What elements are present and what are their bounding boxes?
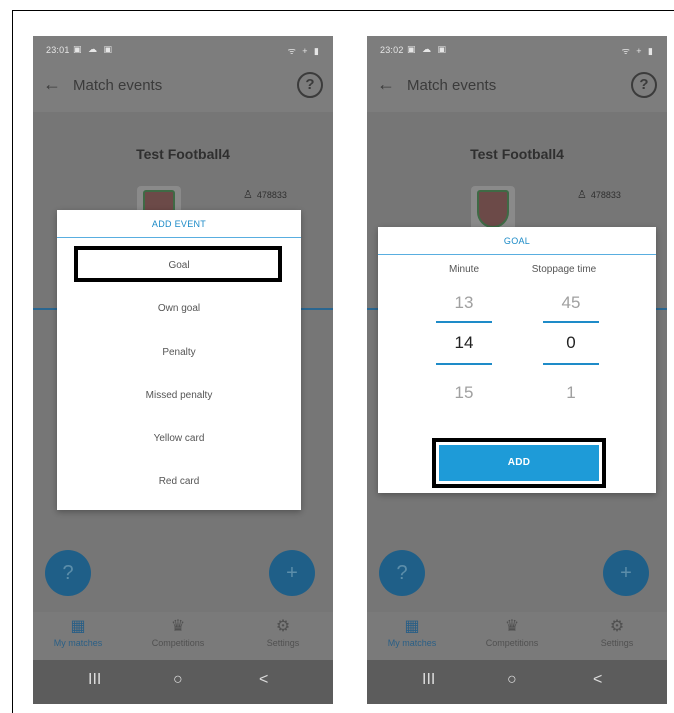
frame-left-border xyxy=(12,10,13,713)
event-option-missed-penalty[interactable]: Missed penalty xyxy=(57,390,301,401)
nav-label: Competitions xyxy=(151,638,205,648)
stoppage-prev-value[interactable]: 45 xyxy=(543,293,599,313)
nav-settings[interactable]: ⚙ Settings xyxy=(572,616,662,648)
crest-icon xyxy=(477,190,509,228)
page-title: Match events xyxy=(73,77,163,94)
notification-icons: ▣ ☁ ▣ xyxy=(407,44,449,54)
dialog-title-divider xyxy=(378,254,656,255)
page-title: Match events xyxy=(407,77,497,94)
status-time: 23:02 xyxy=(380,45,404,55)
nav-settings[interactable]: ⚙ Settings xyxy=(238,616,328,648)
recents-button[interactable]: III xyxy=(422,671,435,689)
event-option-own-goal[interactable]: Own goal xyxy=(57,303,301,314)
event-option-red-card[interactable]: Red card xyxy=(57,476,301,487)
trophy-icon: ♛ xyxy=(170,618,186,635)
system-back-button[interactable]: < xyxy=(593,671,602,689)
goal-dialog: GOAL Minute Stoppage time 13 14 15 45 0 … xyxy=(378,227,656,493)
status-bar: 23:02 ▣ ☁ ▣ ᯤ + ▮ xyxy=(367,36,667,64)
person-icon: ♙ xyxy=(577,189,587,201)
nav-label: My matches xyxy=(53,638,103,648)
help-fab[interactable]: ? xyxy=(379,550,425,596)
stoppage-time-label: Stoppage time xyxy=(531,264,597,275)
signal-battery-icons: ᯤ + ▮ xyxy=(621,46,655,56)
gear-icon: ⚙ xyxy=(275,618,291,635)
status-time: 23:01 xyxy=(46,45,70,55)
team-name: Test Football4 xyxy=(470,146,564,162)
user-id: 478833 xyxy=(256,190,287,200)
help-fab[interactable]: ? xyxy=(45,550,91,596)
nav-label: Settings xyxy=(600,638,634,648)
trophy-icon: ♛ xyxy=(504,618,520,635)
minute-picker-line-top xyxy=(436,321,492,323)
user-id-row: ♙ 478833 xyxy=(243,188,287,201)
highlight-box-goal xyxy=(74,246,282,282)
notification-icons: ▣ ☁ ▣ xyxy=(73,44,115,54)
app-bar: ← Match events ? xyxy=(367,64,667,112)
home-button[interactable]: ○ xyxy=(173,671,183,689)
bottom-navigation: ▦ My matches ♛ Competitions ⚙ Settings xyxy=(33,612,333,660)
nav-label: Competitions xyxy=(485,638,539,648)
minute-picker-line-bottom xyxy=(436,363,492,365)
minute-prev-value[interactable]: 13 xyxy=(436,293,492,313)
nav-competitions[interactable]: ♛ Competitions xyxy=(133,616,223,648)
help-icon[interactable]: ? xyxy=(297,72,323,98)
signal-battery-icons: ᯤ + ▮ xyxy=(287,46,321,56)
stoppage-next-value[interactable]: 1 xyxy=(543,383,599,403)
minute-next-value[interactable]: 15 xyxy=(436,383,492,403)
event-option-penalty[interactable]: Penalty xyxy=(57,347,301,358)
nav-my-matches[interactable]: ▦ My matches xyxy=(33,616,123,648)
user-id-row: ♙ 478833 xyxy=(577,188,621,201)
system-navigation-bar: III ○ < xyxy=(33,660,333,704)
dialog-title: ADD EVENT xyxy=(151,219,207,229)
user-id: 478833 xyxy=(590,190,621,200)
nav-my-matches[interactable]: ▦ My matches xyxy=(367,616,457,648)
back-arrow-icon[interactable]: ← xyxy=(377,74,395,95)
stoppage-picker-line-top xyxy=(543,321,599,323)
add-fab[interactable]: + xyxy=(603,550,649,596)
dialog-title-divider xyxy=(57,237,301,238)
event-option-yellow-card[interactable]: Yellow card xyxy=(57,433,301,444)
nav-label: My matches xyxy=(387,638,437,648)
minute-label: Minute xyxy=(448,264,479,275)
status-bar: 23:01 ▣ ☁ ▣ ᯤ + ▮ xyxy=(33,36,333,64)
minute-selected-value[interactable]: 14 xyxy=(436,333,492,353)
nav-label: Settings xyxy=(266,638,300,648)
calendar-grid-icon: ▦ xyxy=(70,618,86,635)
dialog-title: GOAL xyxy=(503,236,531,246)
team-name: Test Football4 xyxy=(136,146,230,162)
back-arrow-icon[interactable]: ← xyxy=(43,74,61,95)
calendar-grid-icon: ▦ xyxy=(404,618,420,635)
stoppage-picker-line-bottom xyxy=(543,363,599,365)
gear-icon: ⚙ xyxy=(609,618,625,635)
phone-screen-goal: 23:02 ▣ ☁ ▣ ᯤ + ▮ ← Match events ? Test … xyxy=(367,36,667,704)
system-navigation-bar: III ○ < xyxy=(367,660,667,704)
recents-button[interactable]: III xyxy=(88,671,101,689)
bottom-navigation: ▦ My matches ♛ Competitions ⚙ Settings xyxy=(367,612,667,660)
person-icon: ♙ xyxy=(243,189,253,201)
app-bar: ← Match events ? xyxy=(33,64,333,112)
phone-screen-add-event: 23:01 ▣ ☁ ▣ ᯤ + ▮ ← Match events ? Test … xyxy=(33,36,333,704)
system-back-button[interactable]: < xyxy=(259,671,268,689)
highlight-box-add: ADD xyxy=(432,438,606,488)
stoppage-selected-value[interactable]: 0 xyxy=(543,333,599,353)
home-button[interactable]: ○ xyxy=(507,671,517,689)
add-button[interactable]: ADD xyxy=(439,445,599,481)
nav-competitions[interactable]: ♛ Competitions xyxy=(467,616,557,648)
help-icon[interactable]: ? xyxy=(631,72,657,98)
add-event-dialog: ADD EVENT Goal Own goal Penalty Missed p… xyxy=(57,210,301,510)
add-fab[interactable]: + xyxy=(269,550,315,596)
frame-top-border xyxy=(12,10,674,11)
